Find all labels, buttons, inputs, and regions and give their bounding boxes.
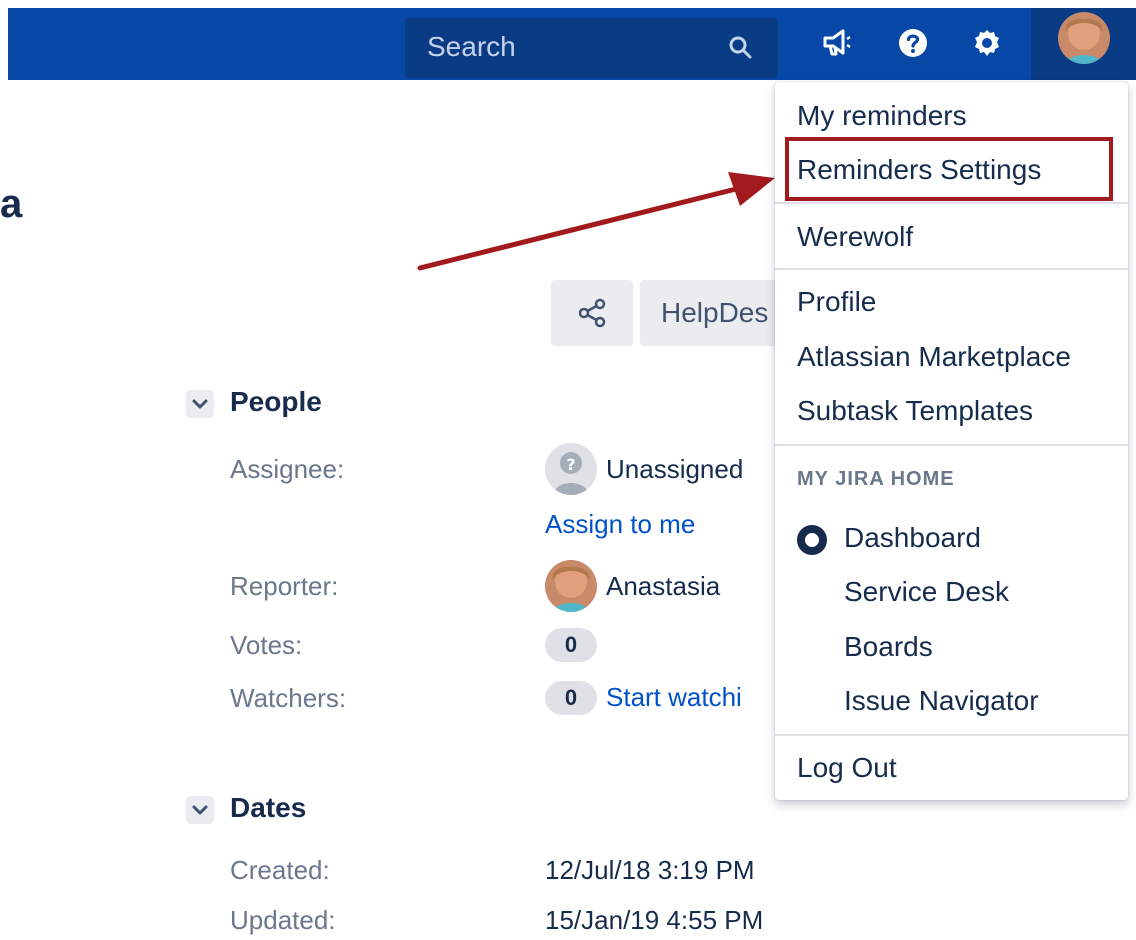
start-watching-link[interactable]: Start watchi (606, 682, 742, 713)
updated-label: Updated: (230, 905, 336, 935)
menu-group-heading: MY JIRA HOME (797, 468, 955, 490)
search-input[interactable]: Search (405, 18, 778, 78)
menu-item-dashboard[interactable]: Dashboard (844, 522, 981, 554)
user-avatar[interactable] (1058, 12, 1110, 64)
unassigned-avatar: ? (545, 443, 597, 495)
menu-item-log-out[interactable]: Log Out (797, 752, 897, 784)
assignee-value: Unassigned (606, 454, 744, 484)
top-navigation-bar: Search (8, 8, 1136, 80)
created-label: Created: (230, 855, 330, 885)
menu-divider (775, 444, 1128, 446)
megaphone-icon[interactable] (820, 26, 854, 60)
radio-selected-icon[interactable] (797, 525, 827, 555)
annotation-arrow (417, 172, 775, 271)
menu-divider (775, 268, 1128, 270)
dates-section-title: Dates (230, 792, 307, 823)
search-placeholder: Search (427, 31, 516, 62)
reporter-avatar (545, 560, 597, 612)
menu-divider (775, 734, 1128, 736)
svg-text:?: ? (566, 455, 575, 474)
menu-item-werewolf[interactable]: Werewolf (797, 221, 913, 253)
profile-menu-trigger[interactable] (1031, 8, 1136, 80)
page-title-fragment: a (0, 182, 23, 226)
menu-item-issue-navigator[interactable]: Issue Navigator (844, 685, 1039, 717)
menu-item-my-reminders[interactable]: My reminders (797, 100, 967, 132)
annotation-highlight-box (785, 137, 1113, 201)
helpdesk-button-label: HelpDes (661, 297, 769, 328)
votes-count-badge[interactable]: 0 (545, 628, 597, 662)
chevron-down-icon[interactable] (186, 796, 214, 824)
updated-value: 15/Jan/19 4:55 PM (545, 905, 764, 935)
menu-item-service-desk[interactable]: Service Desk (844, 576, 1009, 608)
menu-item-boards[interactable]: Boards (844, 631, 933, 663)
assignee-label: Assignee: (230, 454, 345, 484)
reporter-value: Anastasia (606, 571, 721, 601)
share-button[interactable] (551, 280, 633, 346)
watchers-count-badge[interactable]: 0 (545, 681, 597, 715)
share-icon (578, 298, 606, 328)
menu-item-atlassian-marketplace[interactable]: Atlassian Marketplace (797, 341, 1071, 373)
menu-item-profile[interactable]: Profile (797, 286, 876, 318)
chevron-down-icon[interactable] (186, 390, 214, 418)
search-icon[interactable] (728, 35, 754, 61)
menu-divider (775, 202, 1128, 204)
menu-item-subtask-templates[interactable]: Subtask Templates (797, 395, 1033, 427)
watchers-label: Watchers: (230, 683, 347, 713)
settings-gear-icon[interactable] (970, 26, 1004, 60)
people-section-title: People (230, 386, 322, 417)
reporter-label: Reporter: (230, 571, 339, 601)
help-icon[interactable] (896, 26, 930, 60)
votes-label: Votes: (230, 630, 303, 660)
assign-to-me-link[interactable]: Assign to me (545, 509, 695, 540)
created-value: 12/Jul/18 3:19 PM (545, 855, 755, 885)
